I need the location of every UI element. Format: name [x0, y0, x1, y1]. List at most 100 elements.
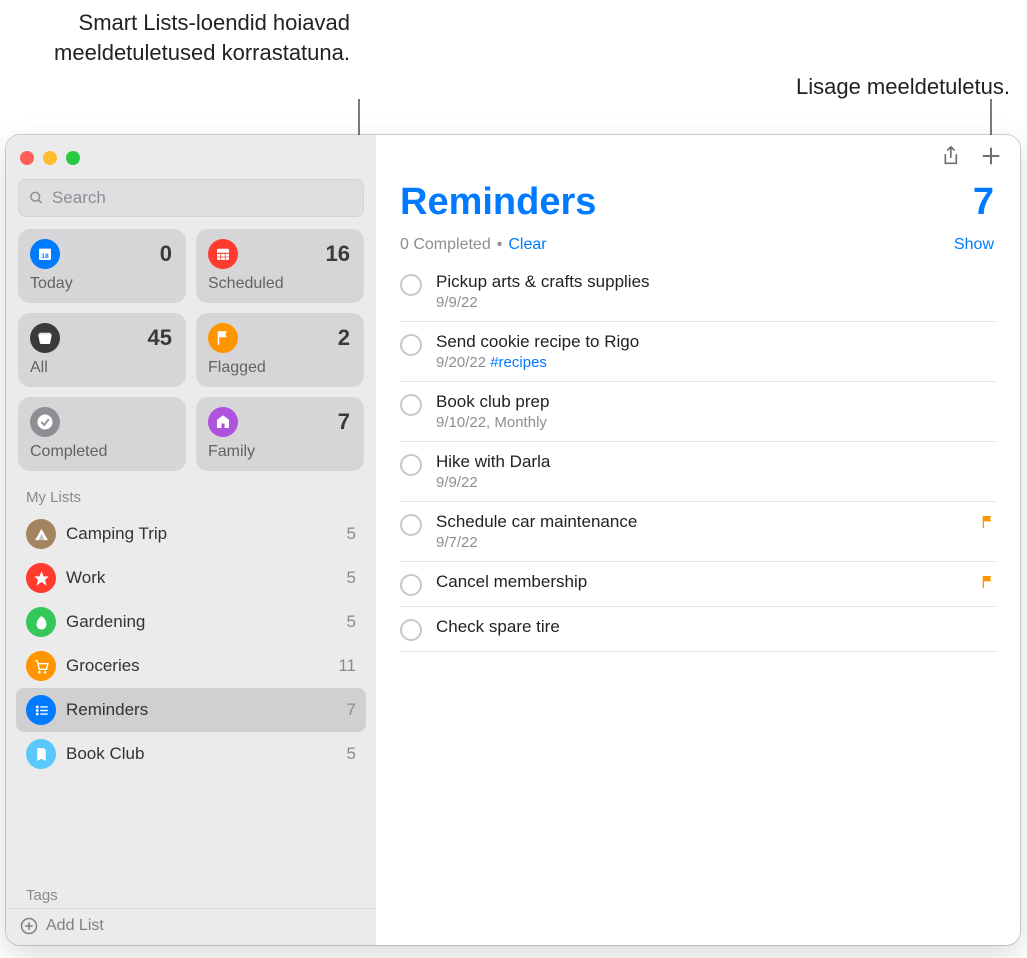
- completed-count-text: 0 Completed: [400, 236, 491, 254]
- family-icon: [208, 407, 238, 437]
- list-title: Reminders: [400, 181, 596, 224]
- main-header: Reminders 7: [376, 177, 1020, 232]
- sidebar-list-work[interactable]: Work 5: [16, 556, 366, 600]
- callout-add-reminder: Lisage meeldetuletus.: [700, 72, 1010, 102]
- list-count: 11: [338, 656, 356, 676]
- smart-list-family[interactable]: 7 Family: [196, 397, 364, 471]
- complete-toggle[interactable]: [400, 514, 422, 536]
- reminder-item[interactable]: Cancel membership: [400, 562, 996, 607]
- list-name: Groceries: [66, 656, 328, 676]
- flag-icon: [980, 514, 996, 535]
- svg-text:18: 18: [41, 253, 49, 260]
- add-list-button[interactable]: Add List: [6, 908, 376, 945]
- smart-list-scheduled[interactable]: 16 Scheduled: [196, 229, 364, 303]
- reminder-meta: 9/9/22: [436, 474, 996, 491]
- reminder-title: Send cookie recipe to Rigo: [436, 332, 996, 352]
- dot-separator: •: [497, 236, 503, 254]
- smart-list-completed[interactable]: Completed: [18, 397, 186, 471]
- reminder-title: Hike with Darla: [436, 452, 996, 472]
- smart-list-today[interactable]: 180Today: [18, 229, 186, 303]
- sidebar-list-camping[interactable]: Camping Trip 5: [16, 512, 366, 556]
- today-icon: 18: [30, 239, 60, 269]
- list-name: Work: [66, 568, 337, 588]
- reminder-meta: 9/7/22: [436, 534, 966, 551]
- reminders-list: Pickup arts & crafts supplies9/9/22Send …: [376, 262, 1020, 652]
- callout-smart-lists: Smart Lists-loendid hoiavad meeldetuletu…: [40, 8, 350, 67]
- reminder-item[interactable]: Hike with Darla 9/9/22: [400, 442, 996, 502]
- smart-list-all[interactable]: 45All: [18, 313, 186, 387]
- reminder-title: Cancel membership: [436, 572, 966, 592]
- list-name: Camping Trip: [66, 524, 337, 544]
- sidebar-list-bookclub[interactable]: Book Club 5: [16, 732, 366, 776]
- complete-toggle[interactable]: [400, 334, 422, 356]
- reminder-title: Book club prep: [436, 392, 996, 412]
- complete-toggle[interactable]: [400, 454, 422, 476]
- search-input[interactable]: [50, 187, 353, 209]
- reminders-list-icon: [26, 695, 56, 725]
- my-lists: Camping Trip 5 Work 5 Gardening 5 Groceries 11 R…: [6, 512, 376, 873]
- smart-lists-grid: 180Today16Scheduled45All2FlaggedComplete…: [6, 227, 376, 485]
- scheduled-icon: [208, 239, 238, 269]
- smart-list-count: 7: [338, 409, 350, 435]
- search-field[interactable]: [18, 179, 364, 217]
- sidebar-list-reminders[interactable]: Reminders 7: [16, 688, 366, 732]
- completed-row: 0 Completed • Clear Show: [376, 232, 1020, 262]
- camping-list-icon: [26, 519, 56, 549]
- flagged-icon: [208, 323, 238, 353]
- reminder-item[interactable]: Schedule car maintenance 9/7/22: [400, 502, 996, 562]
- bookclub-list-icon: [26, 739, 56, 769]
- add-list-label: Add List: [46, 917, 104, 935]
- my-lists-header: My Lists: [6, 485, 376, 512]
- smart-list-label: All: [30, 359, 172, 377]
- list-count: 5: [347, 524, 356, 544]
- clear-button[interactable]: Clear: [508, 236, 546, 254]
- reminder-item[interactable]: Pickup arts & crafts supplies9/9/22: [400, 262, 996, 322]
- add-reminder-button[interactable]: [980, 145, 1002, 167]
- list-count: 7: [347, 700, 356, 720]
- list-count: 5: [347, 612, 356, 632]
- reminder-title: Check spare tire: [436, 617, 996, 637]
- reminder-tag[interactable]: #recipes: [490, 354, 547, 371]
- plus-circle-icon: [20, 917, 38, 935]
- maximize-window-button[interactable]: [66, 151, 80, 165]
- smart-list-flagged[interactable]: 2Flagged: [196, 313, 364, 387]
- minimize-window-button[interactable]: [43, 151, 57, 165]
- list-name: Reminders: [66, 700, 337, 720]
- list-count: 5: [347, 568, 356, 588]
- complete-toggle[interactable]: [400, 394, 422, 416]
- flag-icon: [980, 574, 996, 595]
- reminder-item[interactable]: Book club prep 9/10/22, Monthly: [400, 382, 996, 442]
- search-icon: [29, 190, 44, 206]
- smart-list-label: Completed: [30, 443, 172, 461]
- reminder-meta: 9/10/22, Monthly: [436, 414, 996, 431]
- sidebar-list-groceries[interactable]: Groceries 11: [16, 644, 366, 688]
- app-window: 180Today16Scheduled45All2FlaggedComplete…: [6, 135, 1020, 945]
- completed-icon: [30, 407, 60, 437]
- reminder-title: Schedule car maintenance: [436, 512, 966, 532]
- show-button[interactable]: Show: [954, 236, 994, 254]
- groceries-list-icon: [26, 651, 56, 681]
- main-toolbar: [376, 135, 1020, 177]
- complete-toggle[interactable]: [400, 619, 422, 641]
- reminder-item[interactable]: Check spare tire: [400, 607, 996, 652]
- complete-toggle[interactable]: [400, 574, 422, 596]
- window-controls: [6, 145, 376, 175]
- reminder-meta: 9/20/22 #recipes: [436, 354, 996, 371]
- list-total-count: 7: [973, 181, 994, 224]
- list-name: Book Club: [66, 744, 337, 764]
- smart-list-label: Scheduled: [208, 275, 350, 293]
- list-count: 5: [347, 744, 356, 764]
- smart-list-label: Flagged: [208, 359, 350, 377]
- sidebar: 180Today16Scheduled45All2FlaggedComplete…: [6, 135, 376, 945]
- smart-list-count: 16: [326, 241, 350, 267]
- smart-list-count: 0: [160, 241, 172, 267]
- share-icon[interactable]: [938, 145, 960, 167]
- work-list-icon: [26, 563, 56, 593]
- list-name: Gardening: [66, 612, 337, 632]
- sidebar-list-gardening[interactable]: Gardening 5: [16, 600, 366, 644]
- smart-list-label: Family: [208, 443, 350, 461]
- complete-toggle[interactable]: [400, 274, 422, 296]
- reminder-meta: 9/9/22: [436, 294, 996, 311]
- reminder-item[interactable]: Send cookie recipe to Rigo 9/20/22 #recip…: [400, 322, 996, 382]
- close-window-button[interactable]: [20, 151, 34, 165]
